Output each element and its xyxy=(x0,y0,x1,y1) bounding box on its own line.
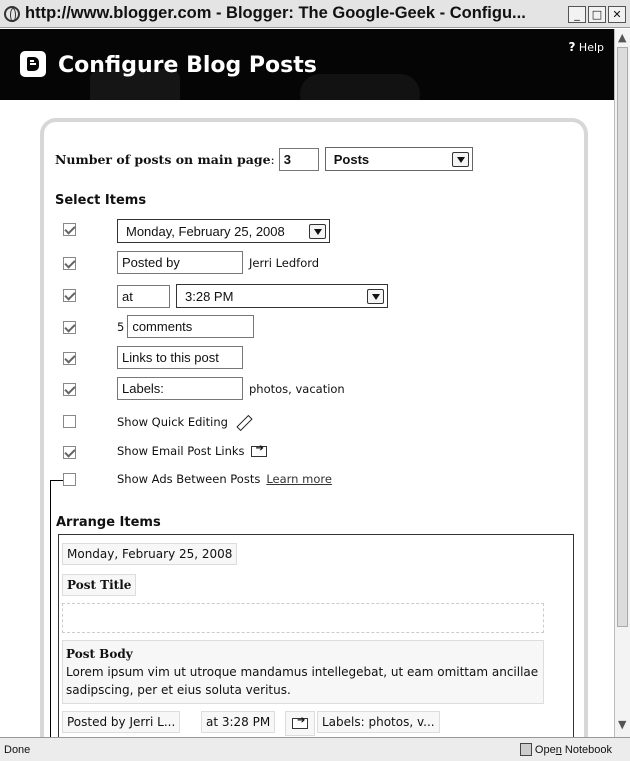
vertical-scrollbar[interactable]: ▲ ▼ xyxy=(614,29,630,737)
pencil-icon xyxy=(234,414,250,430)
links-checkbox[interactable] xyxy=(63,352,76,365)
arrange-post-title-block[interactable]: Post Title xyxy=(62,574,137,596)
arrange-items-heading: Arrange Items xyxy=(56,515,161,530)
blogger-logo-icon xyxy=(20,51,46,77)
time-checkbox[interactable] xyxy=(63,289,76,302)
ads-row: Show Ads Between Posts Learn more xyxy=(117,472,332,486)
ads-checkbox[interactable] xyxy=(63,473,76,486)
quick-editing-row: Show Quick Editing xyxy=(117,414,250,430)
time-row: at 3:28 PM xyxy=(117,284,388,308)
links-input[interactable]: Links to this post xyxy=(117,346,243,369)
date-format-row: Monday, February 25, 2008 xyxy=(117,219,330,243)
chevron-down-icon xyxy=(451,151,469,167)
window-titlebar: http://www.blogger.com - Blogger: The Go… xyxy=(0,0,630,28)
email-post-icon xyxy=(292,715,308,729)
scroll-up-icon[interactable]: ▲ xyxy=(618,31,626,44)
arrange-labels-block[interactable]: Labels: photos, v... xyxy=(317,711,440,733)
open-notebook-label: Open Notebook xyxy=(534,743,612,756)
help-icon: ? xyxy=(568,40,576,54)
maximize-button[interactable]: □ xyxy=(588,6,606,23)
email-post-icon xyxy=(250,443,267,457)
arrange-posted-by-block[interactable]: Posted by Jerri L... xyxy=(62,711,181,733)
arrange-email-block[interactable] xyxy=(285,711,315,736)
window-controls: _ □ ✕ xyxy=(568,6,626,23)
notebook-icon xyxy=(519,743,532,756)
help-link[interactable]: ? Help xyxy=(568,40,604,54)
posted-by-input[interactable]: Posted by xyxy=(117,251,243,274)
posted-by-checkbox[interactable] xyxy=(63,257,76,270)
date-format-select[interactable]: Monday, February 25, 2008 xyxy=(117,219,330,243)
author-name: Jerri Ledford xyxy=(249,255,320,270)
close-button[interactable]: ✕ xyxy=(608,6,626,23)
labels-checkbox[interactable] xyxy=(63,383,76,396)
arrange-items-area: Monday, February 25, 2008 Post Title Pos… xyxy=(58,534,574,744)
arrange-date-block[interactable]: Monday, February 25, 2008 xyxy=(62,543,238,565)
posts-count-input[interactable]: 3 xyxy=(278,147,319,171)
labels-value: photos, vacation xyxy=(249,381,345,396)
page-title: Configure Blog Posts xyxy=(58,53,317,78)
post-body-title: Post Body xyxy=(66,647,133,661)
posts-count-row: Number of posts on main page: 3 Posts xyxy=(55,147,473,171)
email-links-label: Show Email Post Links xyxy=(117,444,245,458)
chevron-down-icon xyxy=(367,288,384,304)
posted-by-row: Posted by Jerri Ledford xyxy=(117,251,319,274)
comments-input[interactable]: comments xyxy=(127,315,255,338)
posts-count-label: Number of posts on main page xyxy=(55,151,271,167)
labels-input[interactable]: Labels: xyxy=(117,377,243,400)
links-row: Links to this post xyxy=(117,346,243,369)
chevron-down-icon xyxy=(309,223,326,239)
labels-row: Labels: photos, vacation xyxy=(117,377,345,400)
page-header: Configure Blog Posts ? Help xyxy=(0,29,614,100)
callout-line xyxy=(50,480,63,761)
time-format-select[interactable]: 3:28 PM xyxy=(176,284,388,308)
scroll-thumb[interactable] xyxy=(617,47,628,627)
arrange-drop-zone[interactable] xyxy=(62,603,544,633)
quick-editing-checkbox[interactable] xyxy=(63,415,76,428)
posts-unit-select[interactable]: Posts xyxy=(324,147,473,171)
status-text: Done xyxy=(4,743,31,756)
status-bar: Done Open Notebook xyxy=(0,737,630,761)
comments-checkbox[interactable] xyxy=(63,321,76,334)
email-links-checkbox[interactable] xyxy=(63,446,76,459)
window-title: http://www.blogger.com - Blogger: The Go… xyxy=(25,4,526,22)
at-input[interactable]: at xyxy=(117,284,170,308)
comments-count: 5 xyxy=(117,319,125,334)
ads-label: Show Ads Between Posts xyxy=(117,472,261,486)
learn-more-link[interactable]: Learn more xyxy=(266,472,332,486)
post-body-text: Lorem ipsum vim ut utroque mandamus inte… xyxy=(66,665,539,697)
comments-row: 5 comments xyxy=(117,315,255,338)
email-links-row: Show Email Post Links xyxy=(117,443,267,458)
browser-globe-icon xyxy=(4,5,20,22)
arrange-post-body-block[interactable]: Post Body Lorem ipsum vim ut utroque man… xyxy=(62,640,544,704)
scroll-down-icon[interactable]: ▼ xyxy=(618,718,626,731)
open-notebook-button[interactable]: Open Notebook xyxy=(519,743,612,756)
quick-editing-label: Show Quick Editing xyxy=(117,415,228,429)
date-checkbox[interactable] xyxy=(63,223,76,236)
arrange-time-block[interactable]: at 3:28 PM xyxy=(201,711,276,733)
minimize-button[interactable]: _ xyxy=(568,6,586,23)
select-items-heading: Select Items xyxy=(55,193,147,208)
